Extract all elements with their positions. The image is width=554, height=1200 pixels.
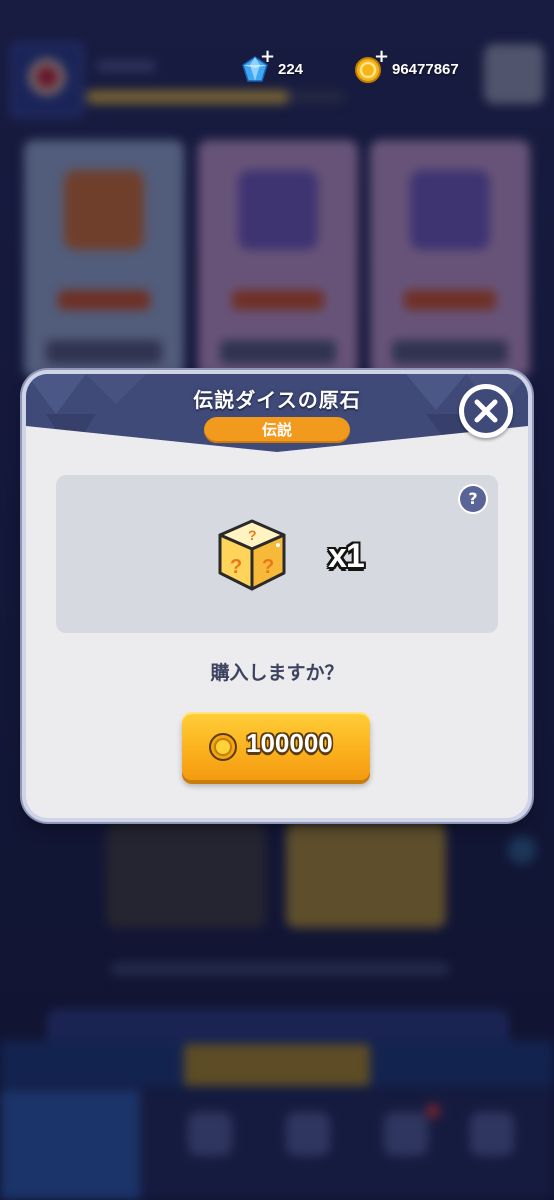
purchase-dialog: 伝説ダイスの原石 伝説 ? ? ? ? x1 購入しますか？ 100000 (26, 374, 528, 818)
svg-text:?: ? (230, 556, 242, 578)
plus-icon: + (374, 46, 390, 67)
coin-count: 96477867 (392, 60, 459, 78)
item-quantity: x1 (328, 537, 365, 575)
gem-counter[interactable]: + 224 (240, 48, 304, 84)
coin-icon: + (354, 48, 389, 84)
coin-icon (209, 733, 237, 761)
mystery-dice-icon: ? ? ? (218, 519, 286, 591)
close-button[interactable] (459, 384, 513, 438)
rarity-badge: 伝説 (204, 417, 350, 443)
buy-button[interactable]: 100000 (182, 712, 370, 780)
purchase-confirm-text: 購入しますか？ (210, 662, 344, 684)
dialog-title: 伝説ダイスの原石 (193, 388, 361, 412)
svg-text:?: ? (248, 527, 257, 543)
plus-icon: + (260, 46, 276, 67)
dialog-header: 伝説ダイスの原石 伝説 (26, 374, 528, 454)
buy-price: 100000 (246, 728, 333, 758)
close-icon (474, 399, 498, 423)
help-icon[interactable]: ? (460, 486, 486, 512)
gem-icon: + (240, 48, 275, 84)
coin-counter[interactable]: + 96477867 (354, 48, 459, 84)
item-preview-panel: ? ? ? ? x1 (56, 475, 498, 633)
svg-text:?: ? (262, 556, 274, 578)
gem-count: 224 (278, 60, 304, 78)
